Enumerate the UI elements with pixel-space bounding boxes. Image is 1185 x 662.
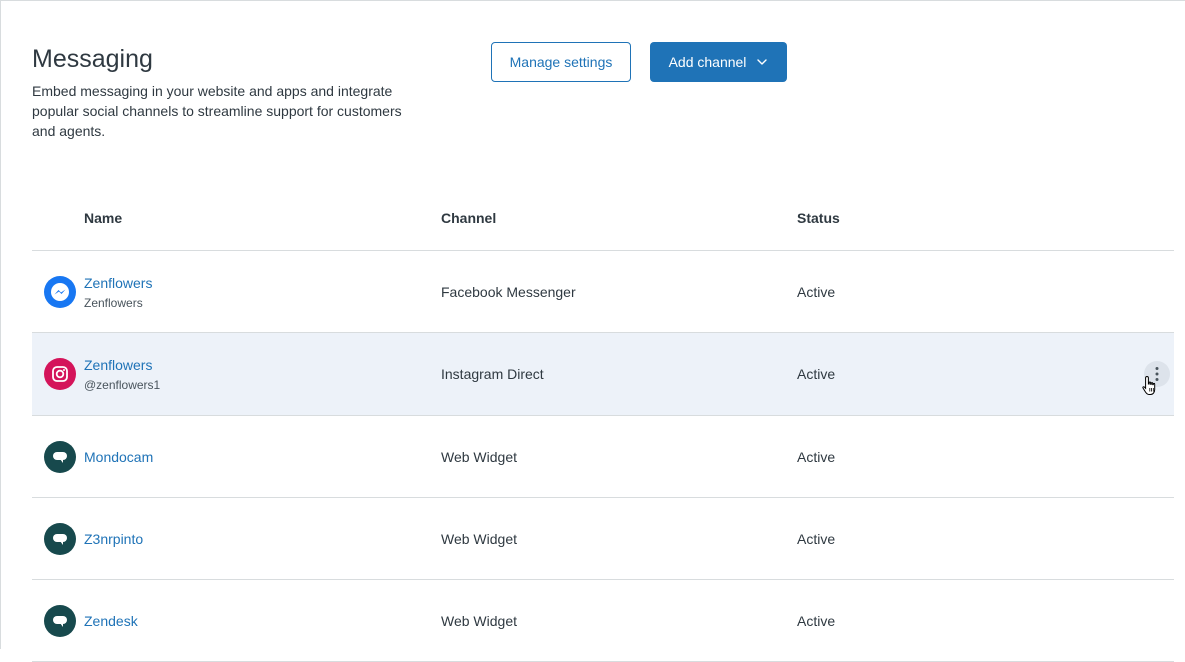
channel-name-link[interactable]: Zenflowers bbox=[84, 355, 160, 375]
channel-type: Instagram Direct bbox=[441, 366, 544, 382]
channel-name-link[interactable]: Zenflowers bbox=[84, 273, 152, 293]
row-name-block: Zenflowers Zenflowers bbox=[84, 273, 152, 311]
manage-settings-label: Manage settings bbox=[509, 54, 613, 70]
row-name-block: Zenflowers @zenflowers1 bbox=[84, 355, 160, 393]
channel-status: Active bbox=[797, 612, 836, 629]
channel-status: Active bbox=[797, 448, 836, 465]
page-title: Messaging bbox=[32, 45, 153, 73]
channel-account: @zenflowers1 bbox=[84, 378, 161, 392]
channel-status: Active bbox=[797, 283, 836, 300]
channel-type: Facebook Messenger bbox=[441, 283, 576, 300]
channel-name-link[interactable]: Zendesk bbox=[84, 611, 138, 631]
instagram-icon bbox=[44, 358, 76, 390]
manage-settings-button[interactable]: Manage settings bbox=[491, 42, 631, 82]
table-row[interactable]: Zenflowers @zenflowers1 Instagram Direct… bbox=[32, 333, 1174, 416]
channels-table: Name Channel Status Zenflowers Zenflower… bbox=[32, 187, 1174, 662]
column-header-status[interactable]: Status bbox=[797, 187, 840, 251]
table-row[interactable]: Zendesk Web Widget Active bbox=[32, 580, 1174, 662]
add-channel-button[interactable]: Add channel bbox=[650, 42, 787, 82]
channel-account: Zenflowers bbox=[84, 295, 143, 310]
web-widget-icon bbox=[44, 522, 76, 555]
table-row[interactable]: Zenflowers Zenflowers Facebook Messenger… bbox=[32, 251, 1174, 333]
channel-type: Web Widget bbox=[441, 612, 517, 629]
web-widget-icon bbox=[44, 604, 76, 637]
hand-pointer-cursor-icon bbox=[1142, 375, 1156, 395]
table-row[interactable]: Z3nrpinto Web Widget Active bbox=[32, 498, 1174, 580]
page-header: Messaging Embed messaging in your websit… bbox=[32, 44, 412, 141]
channel-name-link[interactable]: Mondocam bbox=[84, 447, 153, 467]
channel-type: Web Widget bbox=[441, 530, 517, 547]
chevron-down-icon bbox=[757, 59, 768, 65]
column-header-channel[interactable]: Channel bbox=[441, 187, 496, 251]
messenger-icon bbox=[44, 275, 76, 308]
page-description: Embed messaging in your website and apps… bbox=[32, 83, 402, 139]
row-name-block: Zendesk bbox=[84, 611, 138, 631]
web-widget-icon bbox=[44, 440, 76, 473]
table-row[interactable]: Mondocam Web Widget Active bbox=[32, 416, 1174, 498]
row-name-block: Mondocam bbox=[84, 447, 153, 467]
channel-status: Active bbox=[797, 366, 836, 382]
row-name-block: Z3nrpinto bbox=[84, 529, 143, 549]
channel-name-link[interactable]: Z3nrpinto bbox=[84, 529, 143, 549]
add-channel-label: Add channel bbox=[668, 54, 747, 70]
column-header-name[interactable]: Name bbox=[84, 187, 122, 251]
channel-type: Web Widget bbox=[441, 448, 517, 465]
channel-status: Active bbox=[797, 530, 836, 547]
table-header: Name Channel Status bbox=[32, 187, 1174, 251]
